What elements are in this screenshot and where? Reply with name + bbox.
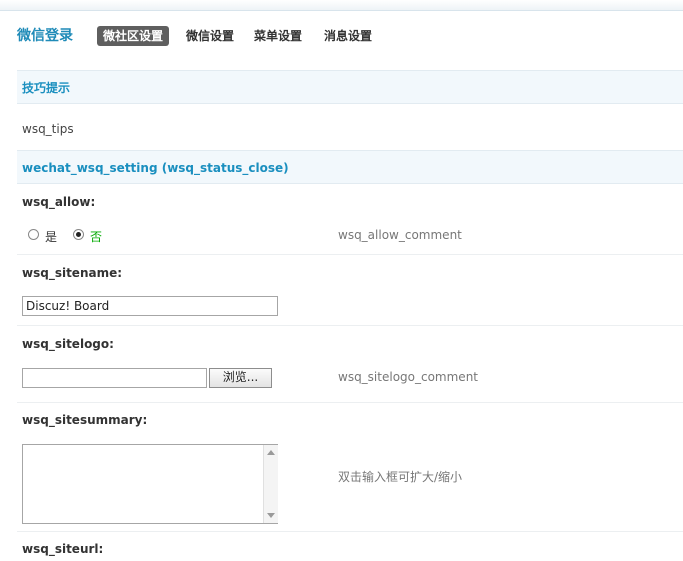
header: 微信登录 微社区设置 微信设置 菜单设置 消息设置 xyxy=(0,22,683,52)
settings-heading: wechat_wsq_setting (wsq_status_close) xyxy=(17,150,683,184)
tips-text: wsq_tips xyxy=(22,122,74,136)
browse-button[interactable]: 浏览... xyxy=(209,368,272,388)
wsq-sitename-label: wsq_sitename: xyxy=(22,266,123,280)
tips-heading: 技巧提示 xyxy=(17,70,683,104)
textarea-scrollbar[interactable] xyxy=(263,445,278,523)
wsq-allow-no-label[interactable]: 否 xyxy=(90,228,102,245)
wsq-allow-comment: wsq_allow_comment xyxy=(338,228,462,242)
top-bar xyxy=(0,0,683,11)
row-divider xyxy=(17,254,683,255)
row-divider xyxy=(17,325,683,326)
wsq-sitelogo-comment: wsq_sitelogo_comment xyxy=(338,370,479,384)
tab-wechat-settings[interactable]: 微信设置 xyxy=(186,26,234,46)
row-divider xyxy=(17,531,683,532)
page-title: 微信登录 xyxy=(17,28,73,44)
wsq-sitesummary-textarea[interactable] xyxy=(22,444,278,524)
wsq-allow-yes-radio[interactable] xyxy=(28,229,39,240)
tab-wsq-settings[interactable]: 微社区设置 xyxy=(97,26,170,46)
scroll-down-icon[interactable] xyxy=(267,513,275,518)
wsq-allow-label: wsq_allow: xyxy=(22,195,96,209)
scroll-up-icon[interactable] xyxy=(267,450,275,455)
row-divider xyxy=(17,402,683,403)
wsq-allow-yes-label[interactable]: 是 xyxy=(45,228,57,245)
wsq-allow-no-radio[interactable] xyxy=(73,229,84,240)
wsq-sitename-input[interactable] xyxy=(22,296,278,316)
tab-message-settings[interactable]: 消息设置 xyxy=(324,26,372,46)
wsq-sitelogo-label: wsq_sitelogo: xyxy=(22,337,114,351)
wsq-sitesummary-comment: 双击输入框可扩大/缩小 xyxy=(338,470,463,484)
tab-menu-settings[interactable]: 菜单设置 xyxy=(254,26,302,46)
wsq-siteurl-label: wsq_siteurl: xyxy=(22,542,104,556)
wsq-sitelogo-file-input[interactable] xyxy=(22,368,207,388)
wsq-sitesummary-label: wsq_sitesummary: xyxy=(22,413,148,427)
